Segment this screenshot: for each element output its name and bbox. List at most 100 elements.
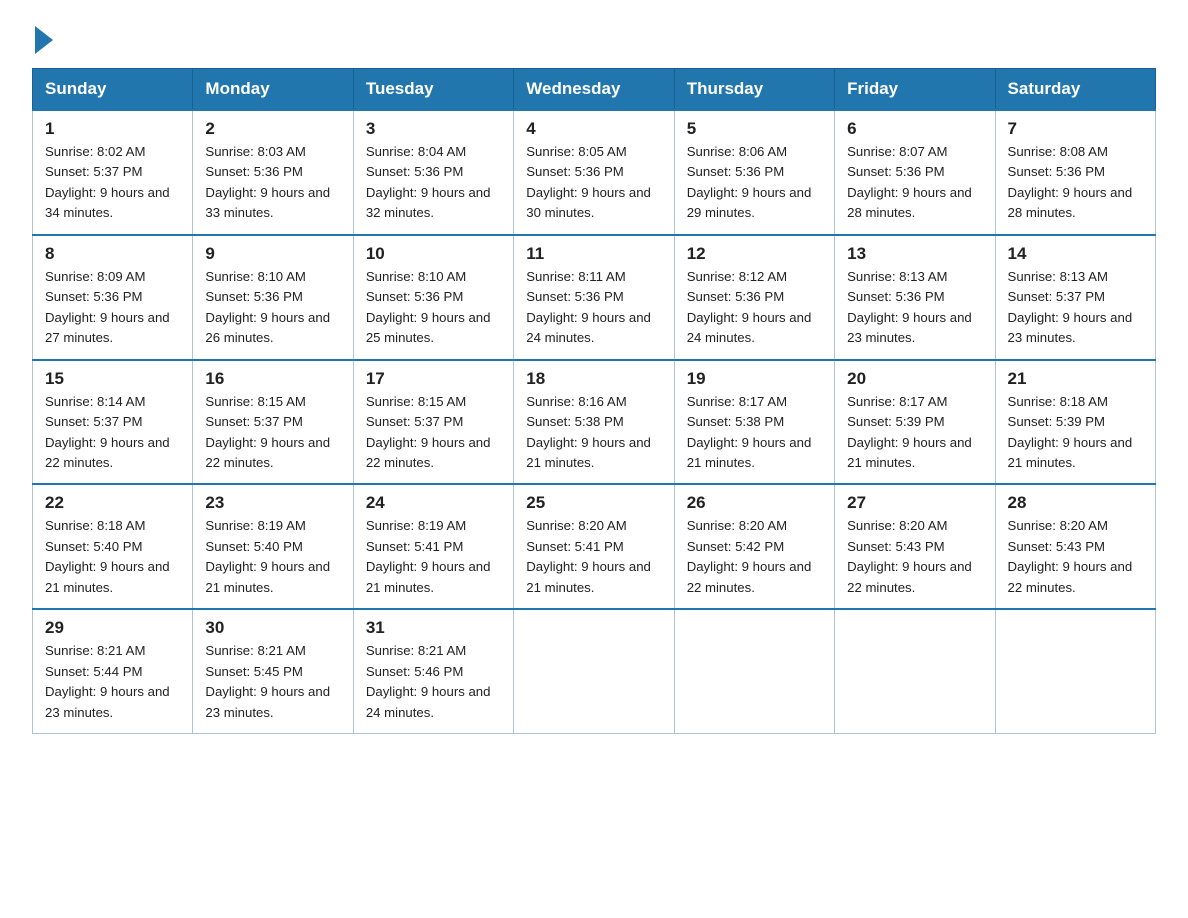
calendar-week-row: 22 Sunrise: 8:18 AMSunset: 5:40 PMDaylig… xyxy=(33,484,1156,609)
calendar-cell: 16 Sunrise: 8:15 AMSunset: 5:37 PMDaylig… xyxy=(193,360,353,485)
day-number: 2 xyxy=(205,119,342,139)
day-number: 6 xyxy=(847,119,984,139)
day-number: 23 xyxy=(205,493,342,513)
weekday-header-thursday: Thursday xyxy=(674,69,834,111)
day-info: Sunrise: 8:20 AMSunset: 5:41 PMDaylight:… xyxy=(526,516,663,598)
calendar-cell xyxy=(674,609,834,733)
day-info: Sunrise: 8:19 AMSunset: 5:40 PMDaylight:… xyxy=(205,516,342,598)
day-info: Sunrise: 8:17 AMSunset: 5:38 PMDaylight:… xyxy=(687,392,824,474)
day-number: 1 xyxy=(45,119,182,139)
day-info: Sunrise: 8:17 AMSunset: 5:39 PMDaylight:… xyxy=(847,392,984,474)
calendar-cell: 23 Sunrise: 8:19 AMSunset: 5:40 PMDaylig… xyxy=(193,484,353,609)
calendar-cell xyxy=(835,609,995,733)
weekday-header-wednesday: Wednesday xyxy=(514,69,674,111)
day-info: Sunrise: 8:10 AMSunset: 5:36 PMDaylight:… xyxy=(205,267,342,349)
day-info: Sunrise: 8:18 AMSunset: 5:40 PMDaylight:… xyxy=(45,516,182,598)
day-number: 5 xyxy=(687,119,824,139)
day-number: 14 xyxy=(1008,244,1145,264)
weekday-header-monday: Monday xyxy=(193,69,353,111)
day-info: Sunrise: 8:14 AMSunset: 5:37 PMDaylight:… xyxy=(45,392,182,474)
calendar-cell: 2 Sunrise: 8:03 AMSunset: 5:36 PMDayligh… xyxy=(193,110,353,235)
day-info: Sunrise: 8:13 AMSunset: 5:37 PMDaylight:… xyxy=(1008,267,1145,349)
day-info: Sunrise: 8:10 AMSunset: 5:36 PMDaylight:… xyxy=(366,267,503,349)
day-info: Sunrise: 8:05 AMSunset: 5:36 PMDaylight:… xyxy=(526,142,663,224)
logo xyxy=(32,24,53,50)
day-number: 31 xyxy=(366,618,503,638)
weekday-header-friday: Friday xyxy=(835,69,995,111)
day-info: Sunrise: 8:20 AMSunset: 5:42 PMDaylight:… xyxy=(687,516,824,598)
calendar-cell: 22 Sunrise: 8:18 AMSunset: 5:40 PMDaylig… xyxy=(33,484,193,609)
day-number: 17 xyxy=(366,369,503,389)
day-number: 19 xyxy=(687,369,824,389)
day-number: 13 xyxy=(847,244,984,264)
day-info: Sunrise: 8:21 AMSunset: 5:46 PMDaylight:… xyxy=(366,641,503,723)
day-number: 26 xyxy=(687,493,824,513)
calendar-cell: 30 Sunrise: 8:21 AMSunset: 5:45 PMDaylig… xyxy=(193,609,353,733)
day-info: Sunrise: 8:09 AMSunset: 5:36 PMDaylight:… xyxy=(45,267,182,349)
calendar-cell: 27 Sunrise: 8:20 AMSunset: 5:43 PMDaylig… xyxy=(835,484,995,609)
weekday-header-saturday: Saturday xyxy=(995,69,1155,111)
calendar-cell: 9 Sunrise: 8:10 AMSunset: 5:36 PMDayligh… xyxy=(193,235,353,360)
calendar-cell xyxy=(995,609,1155,733)
day-info: Sunrise: 8:19 AMSunset: 5:41 PMDaylight:… xyxy=(366,516,503,598)
calendar-cell: 11 Sunrise: 8:11 AMSunset: 5:36 PMDaylig… xyxy=(514,235,674,360)
calendar-week-row: 1 Sunrise: 8:02 AMSunset: 5:37 PMDayligh… xyxy=(33,110,1156,235)
day-info: Sunrise: 8:15 AMSunset: 5:37 PMDaylight:… xyxy=(205,392,342,474)
calendar-cell: 15 Sunrise: 8:14 AMSunset: 5:37 PMDaylig… xyxy=(33,360,193,485)
day-number: 11 xyxy=(526,244,663,264)
day-info: Sunrise: 8:21 AMSunset: 5:45 PMDaylight:… xyxy=(205,641,342,723)
logo-triangle-icon xyxy=(35,26,53,54)
day-number: 22 xyxy=(45,493,182,513)
calendar-cell: 8 Sunrise: 8:09 AMSunset: 5:36 PMDayligh… xyxy=(33,235,193,360)
day-info: Sunrise: 8:18 AMSunset: 5:39 PMDaylight:… xyxy=(1008,392,1145,474)
day-number: 9 xyxy=(205,244,342,264)
page-header xyxy=(32,24,1156,50)
calendar-cell: 3 Sunrise: 8:04 AMSunset: 5:36 PMDayligh… xyxy=(353,110,513,235)
day-number: 7 xyxy=(1008,119,1145,139)
calendar-cell: 17 Sunrise: 8:15 AMSunset: 5:37 PMDaylig… xyxy=(353,360,513,485)
calendar-cell: 12 Sunrise: 8:12 AMSunset: 5:36 PMDaylig… xyxy=(674,235,834,360)
day-number: 25 xyxy=(526,493,663,513)
day-number: 18 xyxy=(526,369,663,389)
calendar-cell: 28 Sunrise: 8:20 AMSunset: 5:43 PMDaylig… xyxy=(995,484,1155,609)
calendar-cell: 7 Sunrise: 8:08 AMSunset: 5:36 PMDayligh… xyxy=(995,110,1155,235)
day-number: 29 xyxy=(45,618,182,638)
calendar-cell: 4 Sunrise: 8:05 AMSunset: 5:36 PMDayligh… xyxy=(514,110,674,235)
day-info: Sunrise: 8:11 AMSunset: 5:36 PMDaylight:… xyxy=(526,267,663,349)
day-info: Sunrise: 8:07 AMSunset: 5:36 PMDaylight:… xyxy=(847,142,984,224)
day-info: Sunrise: 8:20 AMSunset: 5:43 PMDaylight:… xyxy=(1008,516,1145,598)
calendar-cell: 29 Sunrise: 8:21 AMSunset: 5:44 PMDaylig… xyxy=(33,609,193,733)
calendar-cell: 19 Sunrise: 8:17 AMSunset: 5:38 PMDaylig… xyxy=(674,360,834,485)
day-info: Sunrise: 8:03 AMSunset: 5:36 PMDaylight:… xyxy=(205,142,342,224)
calendar-week-row: 29 Sunrise: 8:21 AMSunset: 5:44 PMDaylig… xyxy=(33,609,1156,733)
day-number: 27 xyxy=(847,493,984,513)
day-number: 3 xyxy=(366,119,503,139)
day-number: 4 xyxy=(526,119,663,139)
day-number: 30 xyxy=(205,618,342,638)
day-number: 20 xyxy=(847,369,984,389)
calendar-cell: 5 Sunrise: 8:06 AMSunset: 5:36 PMDayligh… xyxy=(674,110,834,235)
weekday-header-tuesday: Tuesday xyxy=(353,69,513,111)
day-number: 8 xyxy=(45,244,182,264)
day-info: Sunrise: 8:04 AMSunset: 5:36 PMDaylight:… xyxy=(366,142,503,224)
weekday-header-sunday: Sunday xyxy=(33,69,193,111)
weekday-header-row: SundayMondayTuesdayWednesdayThursdayFrid… xyxy=(33,69,1156,111)
calendar-cell: 1 Sunrise: 8:02 AMSunset: 5:37 PMDayligh… xyxy=(33,110,193,235)
calendar-cell: 25 Sunrise: 8:20 AMSunset: 5:41 PMDaylig… xyxy=(514,484,674,609)
day-number: 10 xyxy=(366,244,503,264)
day-info: Sunrise: 8:06 AMSunset: 5:36 PMDaylight:… xyxy=(687,142,824,224)
calendar-cell: 18 Sunrise: 8:16 AMSunset: 5:38 PMDaylig… xyxy=(514,360,674,485)
calendar-cell: 24 Sunrise: 8:19 AMSunset: 5:41 PMDaylig… xyxy=(353,484,513,609)
calendar-cell: 31 Sunrise: 8:21 AMSunset: 5:46 PMDaylig… xyxy=(353,609,513,733)
calendar-week-row: 8 Sunrise: 8:09 AMSunset: 5:36 PMDayligh… xyxy=(33,235,1156,360)
day-number: 21 xyxy=(1008,369,1145,389)
calendar-cell: 26 Sunrise: 8:20 AMSunset: 5:42 PMDaylig… xyxy=(674,484,834,609)
day-info: Sunrise: 8:15 AMSunset: 5:37 PMDaylight:… xyxy=(366,392,503,474)
day-info: Sunrise: 8:12 AMSunset: 5:36 PMDaylight:… xyxy=(687,267,824,349)
calendar-week-row: 15 Sunrise: 8:14 AMSunset: 5:37 PMDaylig… xyxy=(33,360,1156,485)
calendar-cell: 14 Sunrise: 8:13 AMSunset: 5:37 PMDaylig… xyxy=(995,235,1155,360)
calendar-cell: 21 Sunrise: 8:18 AMSunset: 5:39 PMDaylig… xyxy=(995,360,1155,485)
day-number: 16 xyxy=(205,369,342,389)
calendar-cell: 13 Sunrise: 8:13 AMSunset: 5:36 PMDaylig… xyxy=(835,235,995,360)
calendar-cell xyxy=(514,609,674,733)
